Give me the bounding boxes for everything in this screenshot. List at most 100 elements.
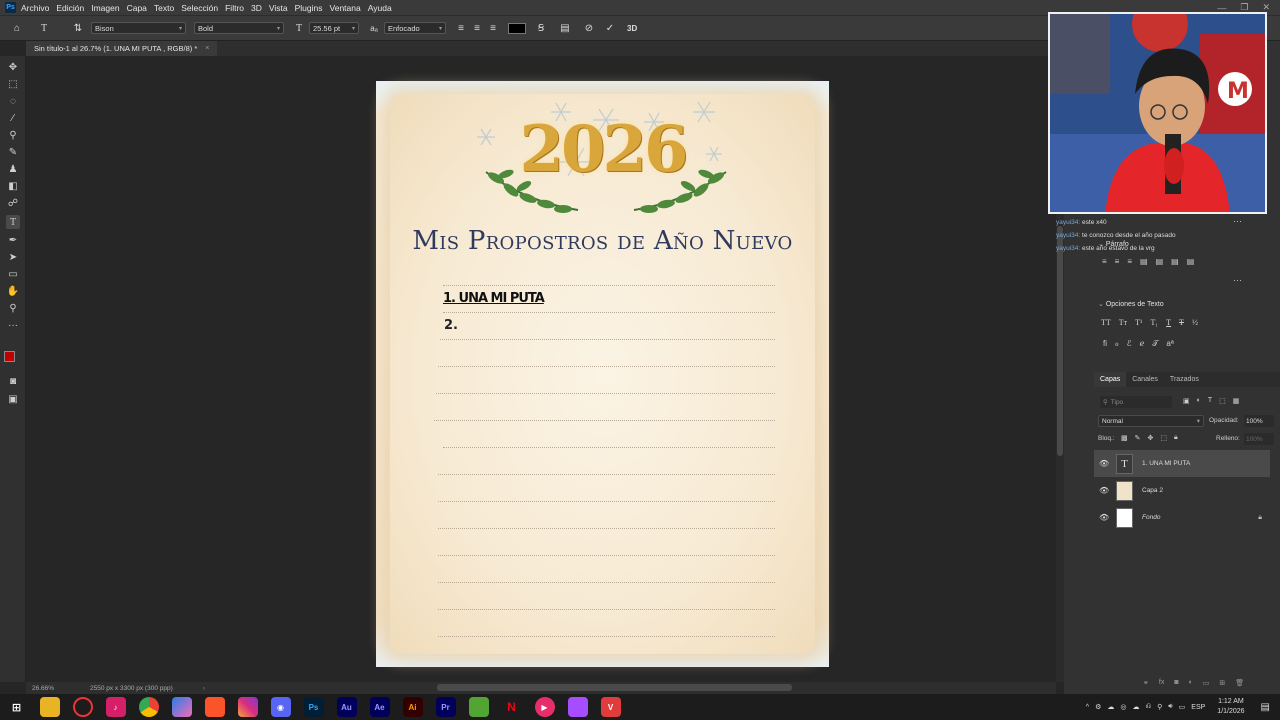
resolution-line-2-text[interactable]: 2. (444, 318, 458, 333)
text-options-panel-header[interactable]: ⌄ Opciones de Texto (1098, 300, 1164, 308)
add-mask-icon[interactable]: ◙ (1174, 679, 1178, 687)
tiktok-icon[interactable]: ♪ (105, 697, 126, 717)
tray-app-icon[interactable]: ⎌ (1145, 703, 1151, 711)
move-tool-icon[interactable]: ✥ (6, 60, 20, 74)
minimize-icon[interactable]: — (1217, 3, 1226, 13)
underline-icon[interactable]: T (1166, 318, 1171, 327)
delete-layer-icon[interactable]: 🗑︎ (1235, 679, 1244, 687)
tab-capas[interactable]: Capas (1094, 372, 1127, 387)
close-tab-icon[interactable]: × (205, 45, 209, 52)
visibility-eye-icon[interactable]: 👁︎ (1099, 486, 1109, 495)
fractions-icon[interactable]: ½ (1192, 318, 1198, 327)
zoom-tool-icon[interactable]: ⚲ (6, 301, 20, 315)
file-explorer-icon[interactable] (39, 697, 60, 717)
chrome-icon[interactable] (138, 697, 159, 717)
text-orientation-icon[interactable]: ⇅ (71, 23, 85, 34)
layer-row[interactable]: 👁︎ Fondo 🔒︎ (1094, 504, 1270, 531)
layer-style-icon[interactable]: fx (1159, 679, 1164, 687)
justify-last-right-icon[interactable]: ▤ (1171, 257, 1179, 266)
tray-app-icon[interactable]: ⚙ (1095, 703, 1101, 711)
antialias-dropdown[interactable]: Enfocado ▾ (384, 22, 446, 34)
instagram-icon[interactable] (237, 697, 258, 717)
superscript-icon[interactable]: T¹ (1135, 318, 1142, 327)
menu-edicion[interactable]: Edición (56, 3, 84, 13)
taskbar-illustrator[interactable]: Ai (402, 697, 423, 717)
titling-icon[interactable]: 𝒯 (1152, 339, 1158, 349)
filter-adjustment-icon[interactable]: ◐ (1197, 397, 1201, 405)
menu-ventana[interactable]: Ventana (330, 3, 361, 13)
create-3d-button[interactable]: 3D (627, 24, 637, 33)
paragraph-align-right-icon[interactable]: ≡ (1127, 257, 1132, 266)
filter-type-icon[interactable]: T (1208, 397, 1212, 405)
lock-position-icon[interactable]: ✥ (1148, 434, 1154, 442)
obs-icon[interactable] (72, 697, 93, 717)
menu-3d[interactable]: 3D (251, 3, 262, 13)
visibility-eye-icon[interactable]: 👁︎ (1099, 513, 1109, 522)
fill-input[interactable]: 100% (1244, 433, 1274, 445)
menu-ayuda[interactable]: Ayuda (368, 3, 392, 13)
text-tool-preset-icon[interactable]: T (37, 23, 51, 34)
lock-transparent-icon[interactable]: ▩ (1121, 434, 1128, 442)
small-caps-icon[interactable]: Tт (1119, 318, 1127, 327)
quick-mask-icon[interactable]: ◙ (6, 374, 20, 388)
hand-tool-icon[interactable]: ✋ (6, 284, 20, 298)
character-panel-icon[interactable]: ▤ (558, 23, 572, 34)
screen-mode-icon[interactable]: ▣ (6, 392, 20, 406)
adjustment-layer-icon[interactable]: ◐ (1189, 679, 1193, 687)
rectangle-tool-icon[interactable]: ▭ (6, 267, 20, 281)
more-tools-icon[interactable]: ··· (6, 318, 20, 332)
resolution-line-1-text[interactable]: 1. UNA MI PUTA (443, 291, 545, 306)
panel-more-icon[interactable]: ··· (1233, 216, 1242, 226)
layer-name[interactable]: 1. UNA MI PUTA (1142, 460, 1190, 467)
vivaldi-icon[interactable]: V (600, 697, 621, 717)
swash-icon[interactable]: ℰ (1127, 339, 1132, 349)
blend-mode-dropdown[interactable]: Normal ▾ (1098, 415, 1204, 427)
justify-all-icon[interactable]: ▤ (1187, 257, 1195, 266)
cancel-edit-icon[interactable]: ⊘ (582, 23, 596, 34)
copilot-icon[interactable] (171, 697, 192, 717)
opacity-input[interactable]: 100% (1244, 415, 1274, 427)
document-tab[interactable]: Sin título-1 al 26.7% (1. UNA MI PUTA , … (26, 41, 218, 56)
tray-app-icon[interactable]: ☁ (1132, 703, 1139, 711)
paragraph-align-left-icon[interactable]: ≡ (1102, 257, 1107, 266)
menu-seleccion[interactable]: Selección (181, 3, 218, 13)
network-icon[interactable]: ▭ (1179, 703, 1186, 711)
paragraph-more-icon[interactable]: ··· (1233, 275, 1242, 285)
filter-smart-object-icon[interactable]: ▦ (1233, 397, 1240, 405)
menu-texto[interactable]: Texto (154, 3, 174, 13)
windows-start-icon[interactable]: ⊞ (7, 697, 27, 717)
zoom-level[interactable]: 26.66% (32, 685, 90, 692)
filter-image-icon[interactable]: ▣ (1183, 397, 1190, 405)
taskbar-after-effects[interactable]: Ae (369, 697, 390, 717)
warp-text-icon[interactable]: Ꞩ (534, 23, 548, 34)
commit-edit-icon[interactable]: ✓ (603, 23, 617, 34)
paragraph-panel-header[interactable]: ⌄ Párrafo (1098, 240, 1129, 248)
lock-pixels-icon[interactable]: ✎ (1135, 434, 1141, 442)
lasso-tool-icon[interactable]: ◌ (6, 94, 20, 108)
smudge-tool-icon[interactable]: ☍ (6, 196, 20, 210)
menu-imagen[interactable]: Imagen (91, 3, 119, 13)
menu-capa[interactable]: Capa (127, 3, 147, 13)
font-style-dropdown[interactable]: Bold ▾ (194, 22, 284, 34)
type-tool-icon[interactable]: T (6, 215, 20, 229)
ligatures-icon[interactable]: fi (1103, 339, 1107, 349)
menu-vista[interactable]: Vista (269, 3, 288, 13)
link-layers-icon[interactable]: ⚭ (1143, 679, 1149, 687)
brave-icon[interactable] (204, 697, 225, 717)
strikethrough-icon[interactable]: T (1179, 318, 1184, 327)
horizontal-scroll-thumb[interactable] (437, 684, 792, 691)
volume-icon[interactable]: 🔊︎ (1168, 703, 1172, 711)
marquee-tool-icon[interactable]: ⬚ (6, 77, 20, 91)
twitch-icon[interactable] (567, 697, 588, 717)
media-player-icon[interactable]: ▶ (534, 697, 555, 717)
vertical-scroll-thumb[interactable] (1057, 226, 1063, 456)
align-right-icon[interactable]: ≡ (486, 23, 500, 34)
path-selection-tool-icon[interactable]: ➤ (6, 250, 20, 264)
justify-last-left-icon[interactable]: ▤ (1140, 257, 1148, 266)
pen-tool-icon[interactable]: ✒ (6, 233, 20, 247)
layer-name[interactable]: Fondo (1142, 514, 1258, 521)
justify-last-center-icon[interactable]: ▤ (1156, 257, 1164, 266)
new-group-icon[interactable]: ▭ (1203, 679, 1210, 687)
lock-all-icon[interactable]: 🔒︎ (1174, 434, 1178, 442)
tray-app-icon[interactable]: ⚲ (1157, 703, 1162, 711)
